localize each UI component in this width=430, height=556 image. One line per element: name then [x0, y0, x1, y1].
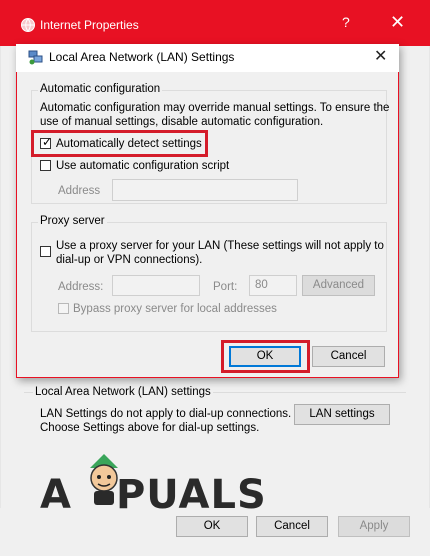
watermark-right: PUALS [115, 472, 267, 518]
auto-detect-label[interactable]: Automatically detect settings [56, 137, 202, 151]
watermark-left: A [40, 472, 72, 518]
outer-apply-button[interactable]: Apply [338, 516, 410, 537]
auto-config-desc-line2: use of manual settings, disable automati… [40, 116, 324, 128]
use-proxy-checkbox[interactable] [40, 246, 51, 257]
auto-config-label: Automatic configuration [38, 83, 163, 95]
auto-detect-checkbox[interactable]: ✓ [40, 135, 53, 149]
bypass-local-checkbox[interactable] [58, 303, 69, 314]
proxy-port-input[interactable]: 80 [249, 275, 297, 296]
proxy-label: Proxy server [38, 215, 107, 227]
auto-config-desc-line1: Automatic configuration may override man… [40, 102, 390, 114]
use-script-label[interactable]: Use automatic configuration script [56, 159, 229, 173]
use-script-checkbox[interactable] [40, 160, 51, 171]
lan-section-label: Local Area Network (LAN) settings [33, 386, 213, 398]
use-proxy-label-line2[interactable]: dial-up or VPN connections). [56, 253, 202, 267]
outer-cancel-button[interactable]: Cancel [256, 516, 328, 537]
globe-icon [21, 18, 35, 32]
outer-ok-button[interactable]: OK [176, 516, 248, 537]
checkbox-check-icon: ✓ [42, 135, 53, 149]
lan-note-line2: Choose Settings above for dial-up settin… [40, 422, 260, 434]
outer-window-title: Internet Properties [40, 18, 139, 32]
cancel-button[interactable]: Cancel [312, 346, 385, 367]
use-proxy-label-line1[interactable]: Use a proxy server for your LAN (These s… [56, 239, 384, 253]
proxy-address-label: Address: [58, 281, 104, 293]
bypass-local-label[interactable]: Bypass proxy server for local addresses [73, 302, 277, 316]
proxy-address-input[interactable] [112, 275, 200, 296]
help-icon[interactable]: ? [342, 14, 350, 30]
script-address-label: Address [58, 185, 101, 197]
network-icon [28, 50, 43, 65]
script-address-input[interactable] [112, 179, 298, 201]
watermark: A PUALS [40, 472, 267, 518]
proxy-port-label: Port: [213, 281, 238, 293]
dialog-close-icon[interactable]: ✕ [374, 46, 387, 66]
advanced-button[interactable]: Advanced [302, 275, 375, 296]
lan-settings-button[interactable]: LAN settings [294, 404, 390, 425]
ok-button[interactable]: OK [229, 346, 301, 367]
dialog-title: Local Area Network (LAN) Settings [49, 50, 235, 64]
lan-note-line1: LAN Settings do not apply to dial-up con… [40, 408, 292, 420]
outer-close-icon[interactable]: ✕ [390, 12, 405, 33]
